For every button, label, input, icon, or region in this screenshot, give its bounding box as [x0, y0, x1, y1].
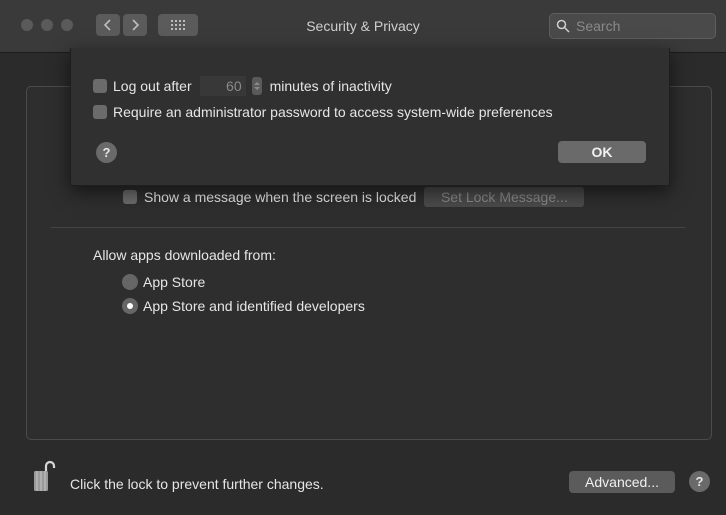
show-message-label: Show a message when the screen is locked: [144, 189, 417, 205]
radio-identified-developers[interactable]: [122, 298, 138, 314]
logout-label-after: minutes of inactivity: [269, 78, 392, 94]
search-input[interactable]: [574, 17, 708, 35]
logout-label-before: Log out after: [113, 78, 192, 94]
radio-selected-dot: [127, 303, 133, 309]
radio-app-store-label: App Store: [143, 274, 206, 290]
search-icon: [556, 19, 570, 33]
radio-identified-developers-row[interactable]: App Store and identified developers: [122, 298, 365, 314]
logout-row: Log out after 60 minutes of inactivity: [93, 76, 392, 96]
lock-button[interactable]: [32, 459, 58, 498]
logout-minutes-stepper[interactable]: [251, 77, 262, 95]
radio-identified-developers-label: App Store and identified developers: [143, 298, 365, 314]
section-divider: [51, 227, 685, 228]
stepper-up-icon: [253, 82, 260, 85]
sheet-help-button[interactable]: ?: [96, 142, 117, 163]
logout-checkbox[interactable]: [93, 79, 107, 93]
set-lock-message-button[interactable]: Set Lock Message...: [424, 187, 585, 207]
show-message-row: Show a message when the screen is locked…: [123, 187, 585, 207]
require-admin-row: Require an administrator password to acc…: [93, 104, 553, 120]
stepper-down-icon: [253, 87, 260, 90]
advanced-button[interactable]: Advanced...: [569, 471, 675, 493]
advanced-sheet: Log out after 60 minutes of inactivity R…: [70, 48, 670, 186]
title-bar: Security & Privacy: [0, 0, 726, 53]
logout-minutes-field[interactable]: 60: [199, 76, 246, 96]
require-admin-checkbox[interactable]: [93, 105, 107, 119]
allow-apps-heading: Allow apps downloaded from:: [93, 247, 276, 263]
ok-button[interactable]: OK: [558, 141, 646, 163]
radio-app-store-row[interactable]: App Store: [122, 274, 205, 290]
show-message-checkbox[interactable]: [123, 190, 137, 204]
radio-app-store[interactable]: [122, 274, 138, 290]
search-field[interactable]: [549, 13, 716, 39]
lock-status-text: Click the lock to prevent further change…: [70, 476, 324, 492]
unlocked-padlock-icon: [34, 460, 56, 491]
footer-help-button[interactable]: ?: [689, 471, 710, 492]
require-admin-label: Require an administrator password to acc…: [113, 104, 553, 120]
